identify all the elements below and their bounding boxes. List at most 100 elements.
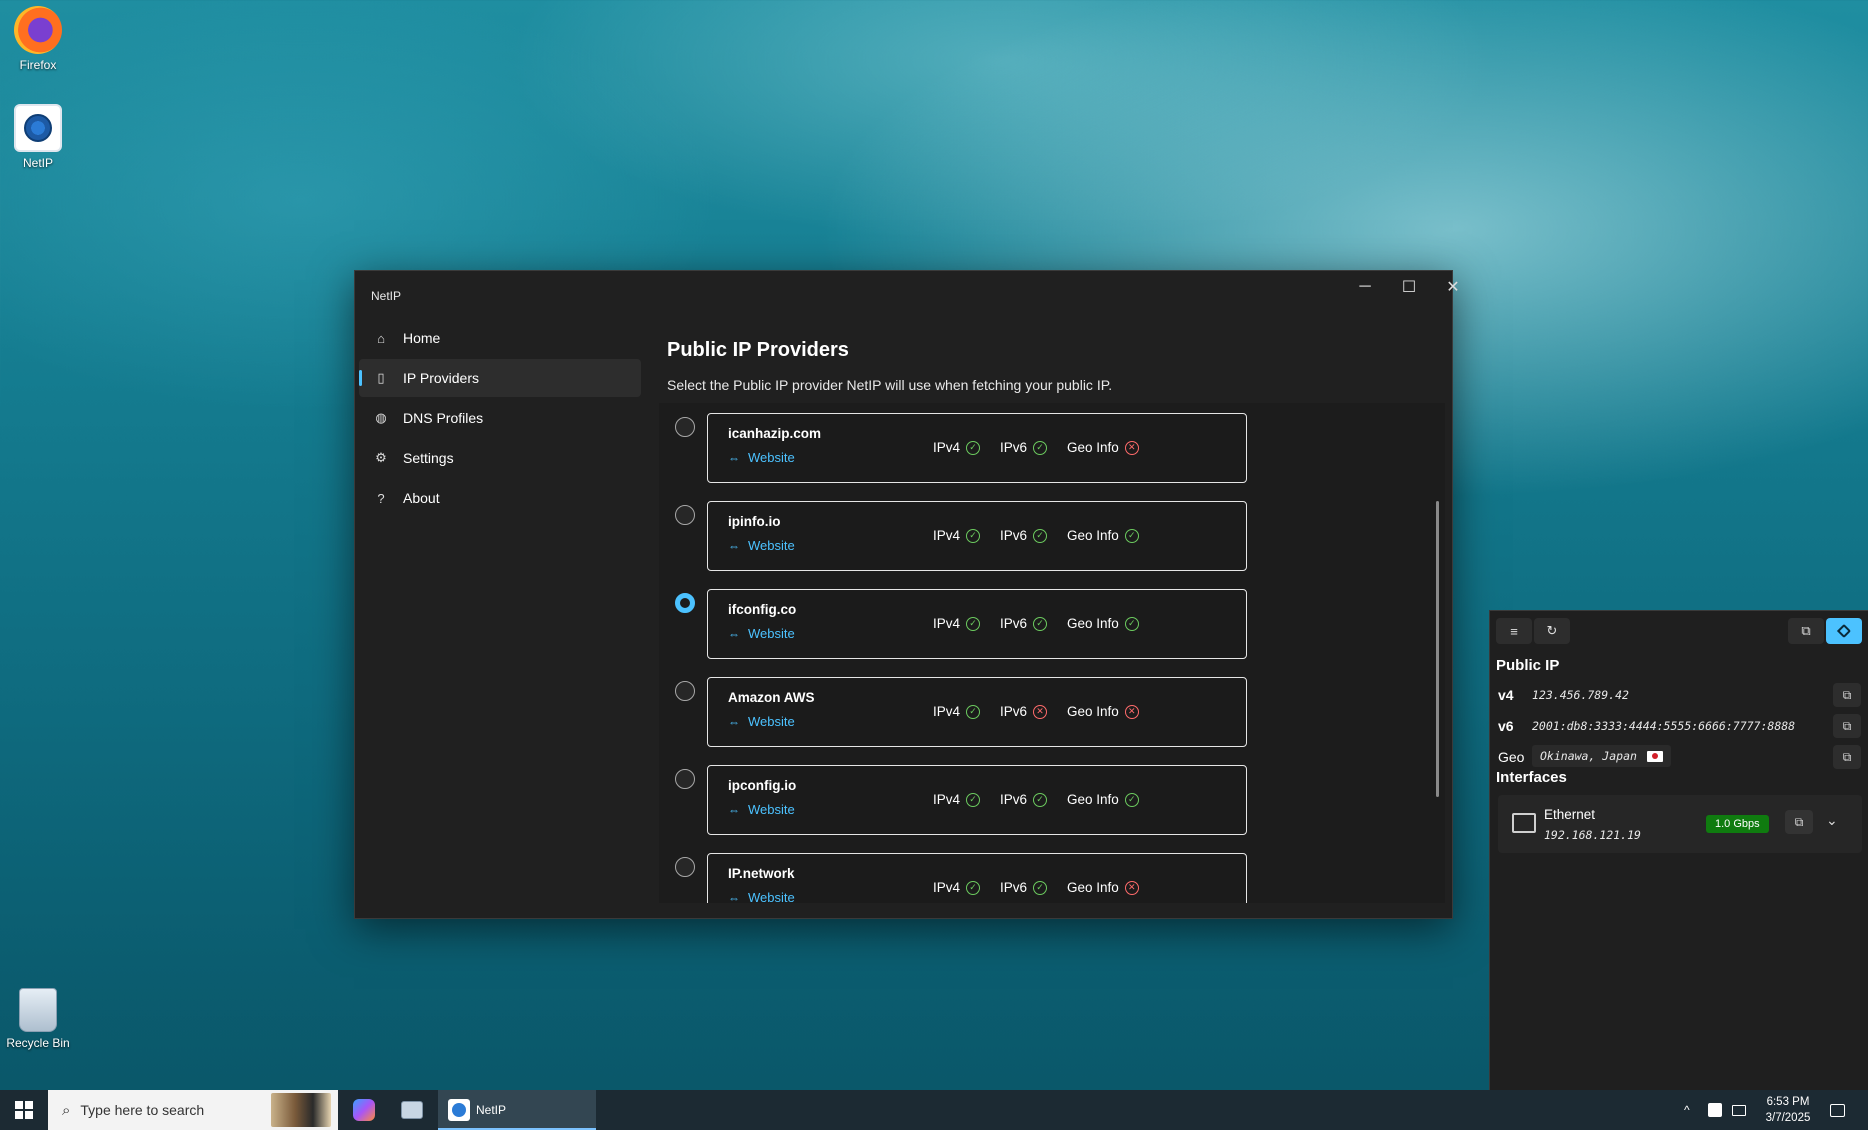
website-label: Website: [748, 802, 795, 817]
ipv6-value: 2001:db8:3333:4444:5555:6666:7777:8888: [1532, 719, 1796, 733]
capability-geo: Geo Info ✓: [1067, 616, 1139, 631]
provider-radio[interactable]: [675, 681, 695, 701]
refresh-button[interactable]: ↻: [1534, 618, 1570, 644]
search-icon: ⌕: [62, 1101, 71, 1119]
capability-label: IPv4: [933, 704, 961, 719]
minimize-button[interactable]: ─: [1343, 271, 1387, 303]
provider-row[interactable]: icanhazip.com ⇔ Website IPv4 ✓ IPv6 ✓ Geo Info ✕: [659, 403, 1259, 489]
tray-netip-icon[interactable]: [1708, 1090, 1722, 1130]
desktop-icon-netip[interactable]: NetIP: [0, 104, 76, 170]
provider-card[interactable]: ifconfig.co ⇔ Website IPv4 ✓ IPv6 ✓ Geo Info ✓: [707, 589, 1247, 659]
copy-ipv4-button[interactable]: ⧉: [1833, 683, 1861, 707]
provider-website-link[interactable]: ⇔ Website: [728, 890, 795, 903]
capability-geo: Geo Info ✕: [1067, 440, 1139, 455]
ipv4-label: v4: [1498, 687, 1514, 703]
capability-geo: Geo Info ✕: [1067, 880, 1139, 895]
provider-name: icanhazip.com: [728, 426, 822, 441]
taskbar-app-label: NetIP: [476, 1103, 507, 1117]
copy-interface-button[interactable]: ⧉: [1785, 810, 1813, 834]
capability-ipv4: IPv4 ✓: [933, 528, 981, 543]
clock-date: 3/7/2025: [1765, 1112, 1811, 1124]
provider-card[interactable]: icanhazip.com ⇔ Website IPv4 ✓ IPv6 ✓ Geo Info ✕: [707, 413, 1247, 483]
firefox-icon: [14, 6, 62, 54]
provider-row[interactable]: ifconfig.co ⇔ Website IPv4 ✓ IPv6 ✓ Geo Info ✓: [659, 579, 1259, 665]
link-icon: ⇔: [728, 538, 740, 553]
provider-website-link[interactable]: ⇔ Website: [728, 538, 795, 553]
start-button[interactable]: [0, 1090, 48, 1130]
provider-card[interactable]: ipinfo.io ⇔ Website IPv4 ✓ IPv6 ✓ Geo Info ✓: [707, 501, 1247, 571]
pin-button[interactable]: [1826, 618, 1862, 644]
japan-flag-icon: [1646, 750, 1663, 762]
title-bar[interactable]: NetIP ─ ☐ ✕: [355, 271, 1460, 319]
website-label: Website: [748, 626, 795, 641]
close-button[interactable]: ✕: [1431, 271, 1475, 303]
taskbar-clock[interactable]: 6:53 PM 3/7/2025: [1750, 1094, 1826, 1126]
error-circle-icon: ✕: [1033, 704, 1048, 719]
provider-radio[interactable]: [675, 505, 695, 525]
taskbar-app-copilot[interactable]: [340, 1090, 388, 1130]
chevron-down-icon[interactable]: ⌄: [1826, 812, 1838, 829]
globe-icon: ◍: [375, 410, 387, 425]
provider-card[interactable]: ipconfig.io ⇔ Website IPv4 ✓ IPv6 ✓ Geo Info ✓: [707, 765, 1247, 835]
file-explorer-icon: [401, 1101, 423, 1119]
link-icon: ⇔: [728, 714, 740, 729]
network-icon[interactable]: [1732, 1090, 1746, 1130]
desktop-icon-label: Firefox: [19, 58, 57, 72]
provider-card[interactable]: Amazon AWS ⇔ Website IPv4 ✓ IPv6 ✕ Geo Info ✕: [707, 677, 1247, 747]
menu-button[interactable]: ≡: [1496, 618, 1532, 644]
provider-radio[interactable]: [675, 593, 695, 613]
provider-radio[interactable]: [675, 417, 695, 437]
link-icon: ⇔: [728, 890, 740, 904]
sidebar-item-dns-profiles[interactable]: ◍ DNS Profiles: [359, 399, 641, 437]
capability-label: IPv4: [933, 616, 961, 631]
copy-icon: ⧉: [1842, 687, 1852, 702]
copy-icon: ⧉: [1794, 814, 1804, 829]
check-circle-icon: ✓: [1124, 792, 1139, 807]
interface-name: Ethernet: [1544, 807, 1596, 822]
taskbar-app-explorer[interactable]: [388, 1090, 436, 1130]
provider-row[interactable]: ipinfo.io ⇔ Website IPv4 ✓ IPv6 ✓ Geo Info ✓: [659, 491, 1259, 577]
provider-website-link[interactable]: ⇔ Website: [728, 714, 795, 729]
compact-icon: ⧉: [1801, 623, 1811, 638]
compact-view-button[interactable]: ⧉: [1788, 618, 1824, 644]
provider-radio[interactable]: [675, 857, 695, 877]
capability-label: Geo Info: [1067, 880, 1119, 895]
capability-ipv6: IPv6 ✓: [1000, 792, 1048, 807]
provider-row[interactable]: IP.network ⇔ Website IPv4 ✓ IPv6 ✓ Geo Info ✕: [659, 843, 1259, 903]
copy-icon: ⧉: [1842, 749, 1852, 764]
capability-ipv6: IPv6 ✓: [1000, 528, 1048, 543]
desktop-icon-recycle-bin[interactable]: Recycle Bin: [0, 988, 76, 1050]
scrollbar[interactable]: [1436, 501, 1439, 797]
interface-card-ethernet[interactable]: Ethernet 192.168.121.19 1.0 Gbps ⧉ ⌄: [1498, 795, 1862, 853]
provider-row[interactable]: Amazon AWS ⇔ Website IPv4 ✓ IPv6 ✕ Geo Info ✕: [659, 667, 1259, 753]
tray-overflow-chevron-icon[interactable]: ^: [1684, 1090, 1690, 1130]
capability-label: IPv6: [1000, 792, 1028, 807]
provider-radio[interactable]: [675, 769, 695, 789]
taskbar-app-netip[interactable]: NetIP: [438, 1090, 596, 1130]
provider-card[interactable]: IP.network ⇔ Website IPv4 ✓ IPv6 ✓ Geo Info ✕: [707, 853, 1247, 903]
maximize-icon: ☐: [1401, 279, 1417, 296]
check-circle-icon: ✓: [1033, 528, 1048, 543]
sidebar-item-home[interactable]: ⌂ Home: [359, 319, 641, 357]
capability-ipv6: IPv6 ✓: [1000, 616, 1048, 631]
provider-website-link[interactable]: ⇔ Website: [728, 802, 795, 817]
provider-website-link[interactable]: ⇔ Website: [728, 450, 795, 465]
provider-name: Amazon AWS: [728, 690, 815, 705]
sidebar-item-settings[interactable]: ⚙ Settings: [359, 439, 641, 477]
copy-geo-button[interactable]: ⧉: [1833, 745, 1861, 769]
copy-ipv6-button[interactable]: ⧉: [1833, 714, 1861, 738]
provider-list[interactable]: icanhazip.com ⇔ Website IPv4 ✓ IPv6 ✓ Geo Info ✕…: [659, 403, 1445, 903]
check-circle-icon: ✓: [1124, 616, 1139, 631]
public-ip-heading: Public IP: [1496, 657, 1560, 674]
desktop-icon-firefox[interactable]: Firefox: [0, 6, 76, 72]
minimize-icon: ─: [1359, 278, 1371, 295]
provider-name: ifconfig.co: [728, 602, 797, 617]
notifications-icon[interactable]: [1830, 1090, 1845, 1130]
sidebar-item-about[interactable]: ? About: [359, 479, 641, 517]
sidebar-item-ip-providers[interactable]: ▯ IP Providers: [359, 359, 641, 397]
provider-row[interactable]: ipconfig.io ⇔ Website IPv4 ✓ IPv6 ✓ Geo Info ✓: [659, 755, 1259, 841]
maximize-button[interactable]: ☐: [1387, 271, 1431, 303]
capability-label: Geo Info: [1067, 616, 1119, 631]
search-highlight-icon: [271, 1093, 331, 1127]
provider-website-link[interactable]: ⇔ Website: [728, 626, 795, 641]
